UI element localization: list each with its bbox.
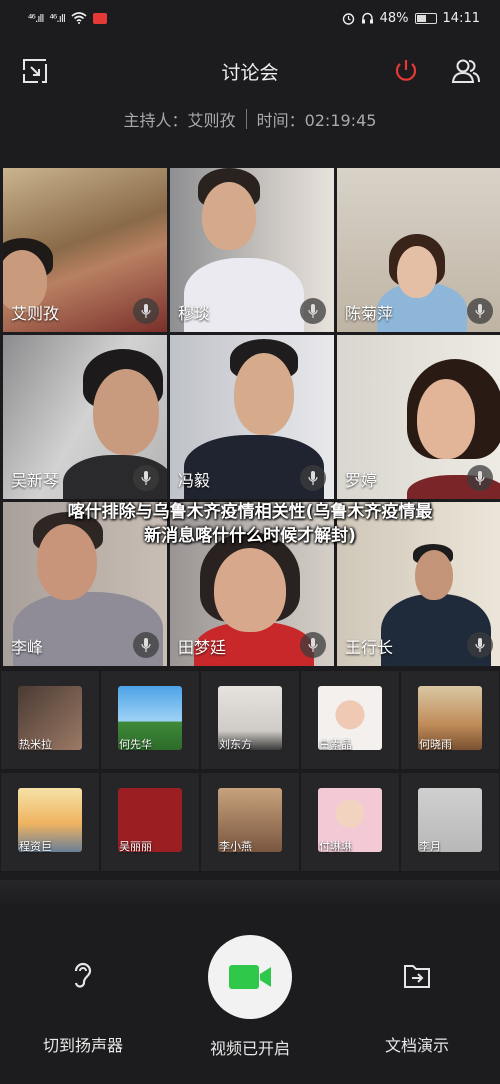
status-right: 48% 14:11 (342, 11, 480, 26)
participant-item[interactable]: 刘东方 (200, 670, 300, 770)
end-meeting-button[interactable] (391, 56, 421, 86)
participant-name: 李月 (419, 840, 441, 853)
signal-icon: ⁴⁶.ıll (28, 11, 45, 25)
overlay-caption: 喀什排除与乌鲁木齐疫情相关性(乌鲁木齐疫情最新消息喀什什么时候才解封) (67, 502, 433, 546)
mic-icon (467, 632, 493, 658)
video-tile[interactable]: 艾则孜 (3, 168, 167, 332)
participant-item[interactable]: 白素晶 (300, 670, 400, 770)
document-share-icon (401, 960, 433, 992)
meeting-timer: 时间：02:19:45 (256, 111, 377, 130)
host-label: 主持人：艾则孜 (123, 111, 236, 130)
mic-icon (300, 298, 326, 324)
status-left: ⁴⁶.ıll ⁴⁶.ıll (28, 12, 107, 25)
battery-percent: 48% (379, 10, 409, 26)
video-tile[interactable]: 穆琰 (170, 168, 334, 332)
video-toggle-button[interactable]: 视频已开启 (195, 935, 305, 1059)
minimize-window-icon (23, 59, 47, 83)
participant-name: 热米拉 (19, 738, 52, 751)
minimize-window-button[interactable] (20, 56, 50, 86)
participant-name: 何晓雨 (419, 738, 452, 751)
signal-icon-2: ⁴⁶.ıll (49, 11, 66, 25)
members-icon (451, 59, 480, 83)
clock: 14:11 (442, 10, 480, 26)
mic-icon (133, 465, 159, 491)
header: 讨论会 (0, 48, 500, 94)
participant-name: 刘东方 (219, 738, 252, 751)
mic-icon (133, 298, 159, 324)
alarm-icon (342, 12, 354, 25)
document-share-label: 文档演示 (384, 1036, 449, 1055)
participant-item[interactable]: 付琳琳 (300, 772, 400, 872)
participant-name: 付琳琳 (319, 840, 352, 853)
participant-name: 白素晶 (319, 738, 352, 751)
participant-name: 李小燕 (219, 840, 252, 853)
video-camera-icon (229, 965, 271, 989)
members-button[interactable] (451, 56, 481, 86)
headset-icon (361, 12, 373, 23)
wifi-icon (71, 12, 87, 24)
power-icon (395, 60, 417, 81)
participant-name: 穆琰 (178, 304, 211, 323)
participant-item[interactable]: 李小燕 (200, 772, 300, 872)
video-toggle-circle (208, 935, 292, 1019)
participant-item[interactable]: 热米拉 (0, 670, 100, 770)
participant-name: 何先华 (119, 738, 152, 751)
participant-item[interactable]: 何先华 (100, 670, 200, 770)
meeting-info: 主持人：艾则孜 时间：02:19:45 (0, 105, 500, 133)
speaker-button[interactable]: 切到扬声器 (33, 960, 133, 1056)
recording-icon (92, 12, 107, 24)
participant-name: 李峰 (11, 638, 44, 657)
participant-item[interactable]: 何晓雨 (400, 670, 500, 770)
mic-icon (300, 632, 326, 658)
video-label: 视频已开启 (209, 1039, 290, 1058)
status-bar: ⁴⁶.ıll ⁴⁶.ıll 48% 14:11 (0, 0, 500, 36)
participant-name: 田梦廷 (178, 638, 227, 657)
participant-item[interactable]: 李月 (400, 772, 500, 872)
participant-name: 王行长 (345, 638, 394, 657)
mic-icon (300, 465, 326, 491)
video-tile[interactable]: 罗婷 (337, 335, 500, 499)
participant-name: 艾则孜 (11, 304, 60, 323)
info-divider (245, 109, 247, 129)
video-tile[interactable]: 吴新琴 (3, 335, 167, 499)
participant-item[interactable]: 程资巨 (0, 772, 100, 872)
mic-icon (467, 298, 493, 324)
mic-icon (133, 632, 159, 658)
bottom-toolbar: 切到扬声器 视频已开启 文档演示 (0, 905, 500, 1084)
battery-icon (414, 12, 437, 24)
video-tile[interactable]: 冯毅 (170, 335, 334, 499)
mic-icon (467, 465, 493, 491)
document-share-button[interactable]: 文档演示 (367, 960, 467, 1056)
participant-name: 吴丽丽 (119, 840, 152, 853)
ear-icon (67, 960, 99, 992)
participant-name: 罗婷 (345, 471, 378, 490)
participant-list: 热米拉 何先华 刘东方 白素晶 何晓雨 程资巨 吴丽丽 李小燕 付琳琳 李月 (0, 670, 500, 880)
participant-name: 程资巨 (19, 840, 52, 853)
page-title: 讨论会 (221, 61, 279, 84)
participant-item[interactable]: 吴丽丽 (100, 772, 200, 872)
speaker-label: 切到扬声器 (42, 1036, 123, 1055)
video-grid: 艾则孜 穆琰 陈菊萍 吴新琴 冯毅 罗婷 李峰 田梦廷 王行长 (3, 168, 500, 666)
participant-name: 吴新琴 (11, 471, 60, 490)
video-tile[interactable]: 陈菊萍 (337, 168, 500, 332)
participant-name: 陈菊萍 (345, 304, 394, 323)
participant-name: 冯毅 (178, 471, 211, 490)
